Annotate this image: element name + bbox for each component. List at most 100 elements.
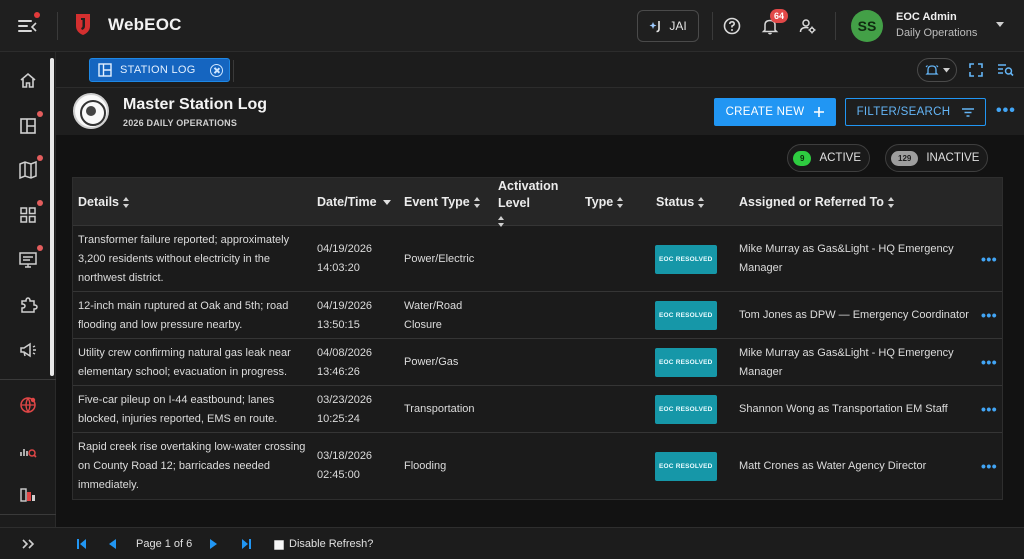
jai-assistant-button[interactable]: JAI: [637, 10, 699, 42]
row-actions-button[interactable]: •••: [981, 226, 997, 292]
sidebar-item-analytics-search[interactable]: [16, 438, 40, 462]
tab-station-log[interactable]: STATION LOG: [89, 58, 230, 82]
row-actions-button[interactable]: •••: [981, 292, 997, 339]
sidebar-item-maps[interactable]: [16, 155, 43, 182]
home-icon: [20, 72, 36, 88]
sort-icon: [617, 196, 624, 208]
cell-datetime: 04/19/2026 13:50:15: [317, 292, 397, 339]
close-tab-icon[interactable]: [210, 63, 223, 77]
caret-down-icon: [942, 67, 950, 72]
tab-bar: STATION LOG: [56, 52, 1024, 88]
find-in-page-button[interactable]: [994, 58, 1018, 82]
cell-status: EOC RESOLVED: [655, 386, 717, 433]
page-indicator: Page 1 of 6: [136, 538, 193, 550]
sidebar-item-home[interactable]: [16, 69, 40, 93]
disable-refresh-checkbox[interactable]: [274, 540, 284, 550]
column-header-status[interactable]: Status: [656, 178, 705, 226]
page-subtitle: 2026 DAILY OPERATIONS: [123, 118, 238, 128]
page-title: Master Station Log: [123, 96, 268, 113]
table-row[interactable]: 12-inch main ruptured at Oak and 5th; ro…: [73, 292, 1002, 339]
status-badge: EOC RESOLVED: [655, 348, 717, 377]
help-button[interactable]: [720, 14, 744, 38]
sidebar-alert-dot: [37, 155, 43, 161]
sidebar-item-reports[interactable]: [16, 482, 40, 506]
sidebar-item-boards[interactable]: [16, 111, 43, 138]
cell-event-type: Transportation: [404, 403, 475, 415]
table-row[interactable]: Five-car pileup on I-44 eastbound; lanes…: [73, 386, 1002, 433]
puzzle-icon: [21, 297, 38, 313]
status-badge: EOC RESOLVED: [655, 451, 717, 481]
first-page-button[interactable]: [76, 537, 88, 555]
menu-collapse-button[interactable]: [14, 12, 40, 38]
more-options-icon: •••: [981, 307, 998, 323]
previous-page-button[interactable]: [106, 537, 118, 555]
sidebar-item-display[interactable]: [16, 245, 43, 272]
more-options-icon[interactable]: •••: [996, 103, 1016, 119]
cell-event-type: Power/Electric: [404, 252, 475, 265]
cell-date: 04/08/2026: [317, 346, 373, 359]
inactive-count: 129: [891, 150, 919, 166]
alarm-bell-icon: [924, 65, 939, 75]
more-options-icon: •••: [981, 354, 998, 370]
map-icon: [19, 160, 37, 180]
cell-details: Rapid creek rise overtaking low-water cr…: [78, 440, 306, 491]
notification-dot: [34, 12, 40, 18]
active-label: ACTIVE: [819, 152, 861, 164]
sidebar-item-dashboard[interactable]: [16, 200, 43, 227]
sidebar-expand-button[interactable]: [0, 527, 56, 559]
app-brand: WebEOC: [108, 15, 182, 34]
cell-date: 04/19/2026: [317, 243, 373, 255]
alarm-menu-button[interactable]: [917, 58, 957, 82]
tab-label: STATION LOG: [120, 64, 196, 76]
sidebar-item-global[interactable]: [16, 393, 40, 417]
cell-event-type: Power/Gas: [404, 356, 459, 368]
sidebar-scrollbar[interactable]: [50, 58, 54, 376]
filter-search-button[interactable]: FILTER/SEARCH: [845, 98, 986, 126]
sidebar-alert-dot: [37, 111, 43, 117]
cell-event-type: Flooding: [404, 459, 447, 472]
cell-time: 14:03:20: [317, 262, 360, 274]
next-page-button[interactable]: [208, 537, 220, 555]
user-menu-caret-icon[interactable]: [996, 22, 1004, 27]
table-row[interactable]: Transformer failure reported; approximat…: [73, 226, 1002, 292]
inactive-label: INACTIVE: [926, 152, 980, 164]
last-page-icon: [242, 539, 251, 549]
column-header-assigned[interactable]: Assigned or Referred To: [739, 178, 895, 226]
column-header-activation-level[interactable]: Activation Level: [498, 178, 568, 227]
row-actions-button[interactable]: •••: [981, 433, 997, 499]
more-options-icon: •••: [981, 250, 998, 267]
table-row[interactable]: Utility crew confirming natural gas leak…: [73, 339, 1002, 386]
next-page-icon: [210, 539, 217, 549]
active-filter-button[interactable]: 9 ACTIVE: [787, 144, 870, 172]
column-header-datetime[interactable]: Date/Time: [317, 178, 391, 226]
table-row[interactable]: Rapid creek rise overtaking low-water cr…: [73, 433, 1002, 499]
avatar[interactable]: SS: [851, 10, 883, 42]
row-actions-button[interactable]: •••: [981, 386, 997, 433]
chevron-left-icon: [30, 22, 37, 32]
create-new-button[interactable]: CREATE NEW: [714, 98, 836, 126]
cell-datetime: 03/18/2026 02:45:00: [317, 433, 397, 499]
user-settings-button[interactable]: [796, 14, 820, 38]
board-icon: [98, 63, 112, 77]
row-actions-button[interactable]: •••: [981, 339, 997, 386]
cell-datetime: 03/23/2026 10:25:24: [317, 386, 397, 433]
cell-date: 03/23/2026: [317, 393, 373, 406]
cell-event-type: Water/Road Closure: [404, 299, 463, 331]
cell-datetime: 04/19/2026 14:03:20: [317, 226, 397, 292]
column-header-event-type[interactable]: Event Type: [404, 178, 481, 226]
help-circle-icon: [723, 17, 741, 35]
inactive-filter-button[interactable]: 129 INACTIVE: [885, 144, 989, 172]
sort-icon: [698, 196, 705, 208]
previous-page-icon: [109, 539, 116, 549]
cell-datetime: 04/08/2026 13:46:26: [317, 339, 397, 386]
last-page-button[interactable]: [240, 537, 252, 555]
column-header-type[interactable]: Type: [585, 178, 624, 226]
chart-search-icon: [20, 449, 37, 458]
sort-icon: [473, 196, 481, 208]
webeoc-logo-icon: [76, 14, 90, 35]
column-header-details[interactable]: Details: [78, 178, 130, 226]
sidebar-item-broadcast[interactable]: [16, 338, 40, 362]
cell-details: 12-inch main ruptured at Oak and 5th; ro…: [78, 299, 289, 331]
fullscreen-button[interactable]: [964, 58, 988, 82]
sidebar-item-plugins[interactable]: [16, 293, 40, 317]
